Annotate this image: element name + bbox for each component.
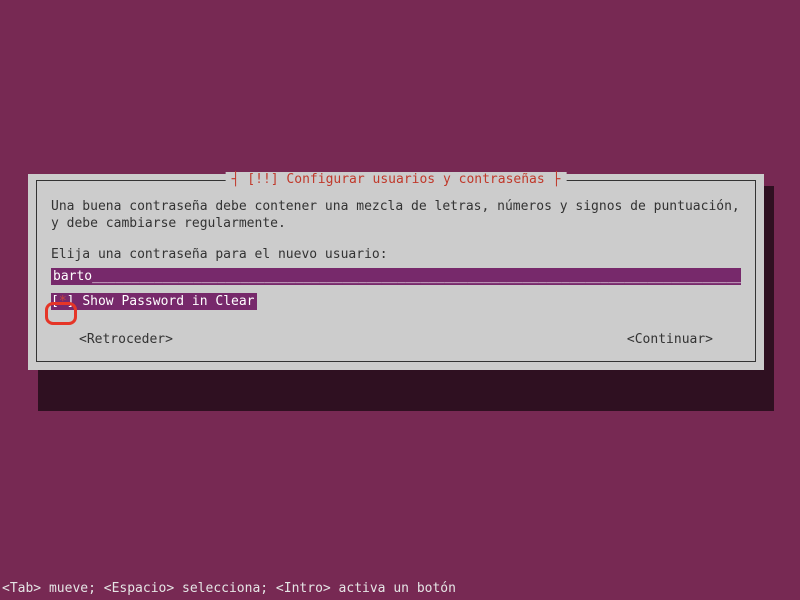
checkbox-box: [*]: [51, 293, 74, 310]
checkbox-label: Show Password in Clear: [82, 293, 256, 310]
dialog-description: Una buena contraseña debe contener una m…: [51, 199, 741, 233]
show-password-checkbox[interactable]: [*] Show Password in Clear: [51, 293, 257, 310]
back-button[interactable]: <Retroceder>: [79, 332, 173, 347]
checkbox-mark: *: [59, 294, 67, 309]
input-fill: ________________________________________…: [92, 268, 741, 285]
button-row: <Retroceder> <Continuar>: [51, 332, 741, 347]
continue-button[interactable]: <Continuar>: [627, 332, 713, 347]
password-value: barto: [53, 269, 92, 284]
password-dialog: ┤ [!!] Configurar usuarios y contraseñas…: [28, 174, 764, 370]
footer-hint: <Tab> mueve; <Espacio> selecciona; <Intr…: [2, 581, 456, 596]
title-prefix: [!!]: [247, 172, 278, 187]
dialog-title: ┤ [!!] Configurar usuarios y contraseñas…: [226, 172, 567, 187]
password-prompt: Elija una contraseña para el nuevo usuar…: [51, 247, 741, 262]
password-input[interactable]: barto___________________________________…: [51, 268, 741, 285]
dialog-frame: ┤ [!!] Configurar usuarios y contraseñas…: [36, 180, 756, 362]
title-text: Configurar usuarios y contraseñas: [286, 172, 544, 187]
